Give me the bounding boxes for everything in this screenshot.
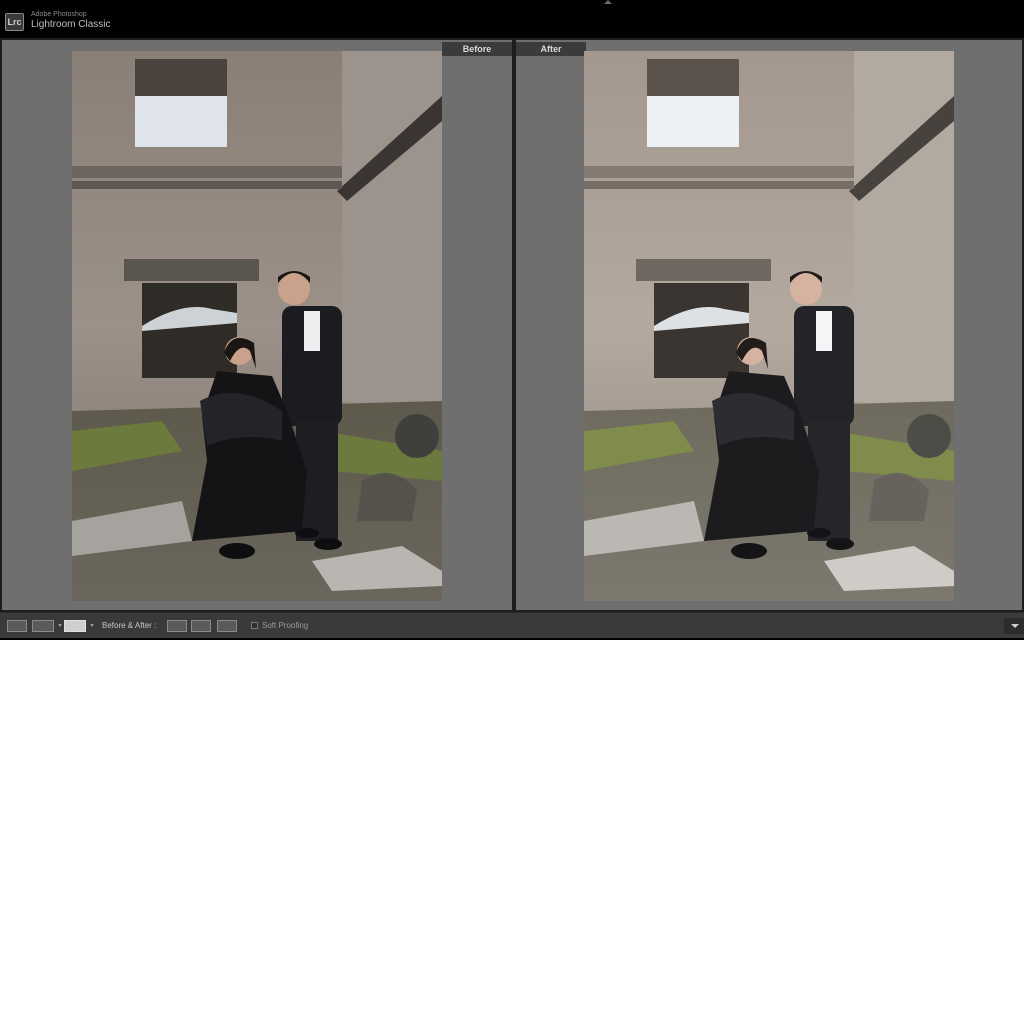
loupe-view-button[interactable] bbox=[7, 620, 27, 632]
before-label: Before bbox=[442, 42, 512, 56]
before-photo-image bbox=[72, 51, 442, 601]
lightroom-logo-icon: Lrc bbox=[5, 13, 24, 31]
after-photo[interactable] bbox=[584, 51, 954, 601]
swap-before-after-button[interactable] bbox=[217, 620, 237, 632]
after-photo-image bbox=[584, 51, 954, 601]
copy-after-to-before-button[interactable] bbox=[191, 620, 211, 632]
after-pane: After bbox=[516, 40, 1022, 610]
before-after-view-button[interactable] bbox=[64, 620, 86, 632]
before-after-view-dropdown-icon[interactable] bbox=[90, 624, 94, 627]
window-bottom-border bbox=[0, 638, 1024, 640]
bottom-toolbar: Before & After : Soft Proofing bbox=[0, 612, 1024, 639]
copy-before-to-after-button[interactable] bbox=[167, 620, 187, 632]
before-after-label: Before & After : bbox=[102, 621, 157, 630]
compare-view-button[interactable] bbox=[32, 620, 54, 632]
compare-view-dropdown-icon[interactable] bbox=[58, 624, 62, 627]
soft-proofing-checkbox[interactable] bbox=[251, 622, 258, 629]
before-photo[interactable] bbox=[72, 51, 442, 601]
app-vendor-label: Adobe Photoshop bbox=[31, 11, 87, 18]
before-after-workspace: Before After bbox=[0, 38, 1024, 612]
collapse-top-panel-icon[interactable] bbox=[604, 0, 612, 4]
soft-proofing-label: Soft Proofing bbox=[262, 621, 309, 630]
title-bar: Lrc Adobe Photoshop Lightroom Classic bbox=[0, 0, 1024, 38]
after-label: After bbox=[516, 42, 586, 56]
toolbar-options-dropdown-icon[interactable] bbox=[1004, 618, 1024, 634]
app-name-label: Lightroom Classic bbox=[31, 19, 111, 30]
before-pane: Before bbox=[2, 40, 512, 610]
